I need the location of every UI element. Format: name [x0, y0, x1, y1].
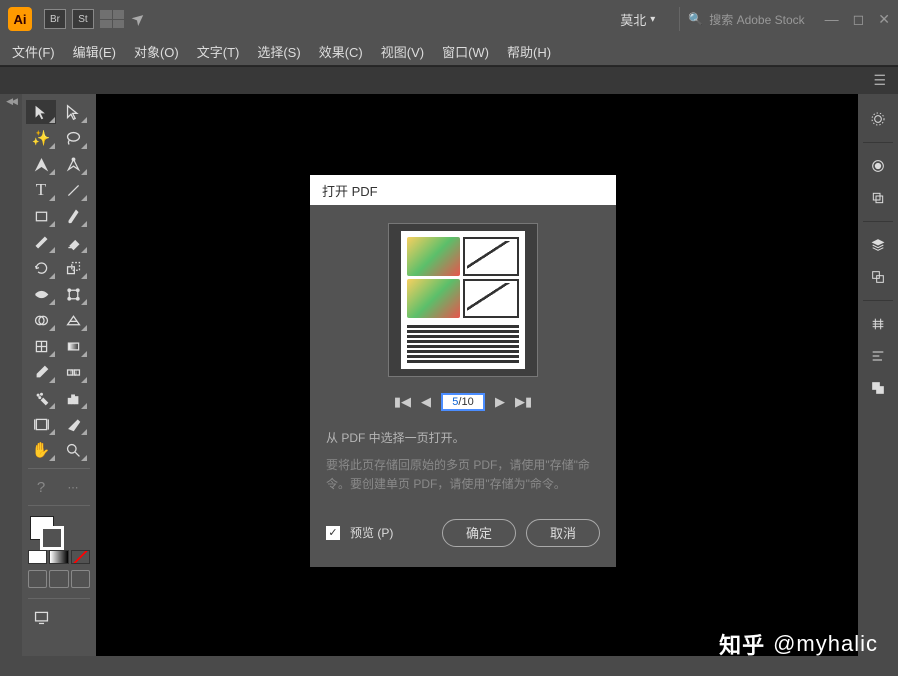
draw-modes: [26, 566, 92, 592]
eyedropper-tool[interactable]: [26, 360, 56, 384]
watermark: 知乎 @myhalic: [719, 628, 878, 660]
bridge-icon[interactable]: Br: [44, 9, 66, 29]
window-controls: — ◻ ✕: [825, 11, 890, 28]
draw-inside[interactable]: [71, 570, 90, 588]
page-navigator: ▮◀ ◀ 5/10 ▶ ▶▮: [326, 393, 600, 411]
shaper-tool[interactable]: [26, 230, 56, 254]
width-tool[interactable]: [26, 282, 56, 306]
collapse-icon[interactable]: ◀◀: [6, 96, 16, 107]
menu-window[interactable]: 窗口(W): [442, 42, 489, 61]
magic-wand-tool[interactable]: ✨: [26, 126, 56, 150]
control-bar: ☰: [0, 66, 898, 94]
scale-tool[interactable]: [58, 256, 88, 280]
next-page-button[interactable]: ▶: [495, 394, 505, 410]
free-transform-tool[interactable]: [58, 282, 88, 306]
toolbox: ✨ T: [22, 94, 96, 656]
toolbox-help[interactable]: ?: [26, 475, 56, 499]
dialog-instruction: 从 PDF 中选择一页打开。: [326, 429, 600, 448]
paintbrush-tool[interactable]: [58, 204, 88, 228]
cancel-button[interactable]: 取消: [526, 519, 600, 547]
draw-normal[interactable]: [28, 570, 47, 588]
draw-behind[interactable]: [49, 570, 68, 588]
app-logo: Ai: [8, 7, 32, 31]
search-box[interactable]: 🔍 搜索 Adobe Stock: [688, 11, 804, 28]
pathfinder-icon[interactable]: [865, 375, 891, 401]
line-tool[interactable]: [58, 178, 88, 202]
type-tool[interactable]: T: [26, 178, 56, 202]
artboard-tool[interactable]: [26, 412, 56, 436]
artboards-icon[interactable]: [865, 185, 891, 211]
rectangle-tool[interactable]: [26, 204, 56, 228]
column-graph-tool[interactable]: [58, 386, 88, 410]
preview-checkbox[interactable]: ✓: [326, 526, 340, 540]
maximize-button[interactable]: ◻: [853, 11, 865, 28]
ok-button[interactable]: 确定: [442, 519, 516, 547]
search-placeholder: 搜索 Adobe Stock: [709, 11, 804, 28]
watermark-user: @myhalic: [773, 631, 878, 657]
menu-help[interactable]: 帮助(H): [507, 42, 551, 61]
properties-icon[interactable]: [865, 106, 891, 132]
symbol-sprayer-tool[interactable]: [26, 386, 56, 410]
dialog-title: 打开 PDF: [310, 175, 616, 205]
screen-mode[interactable]: [26, 605, 56, 629]
left-gutter: ◀◀: [0, 94, 22, 656]
curvature-tool[interactable]: [58, 152, 88, 176]
prev-page-button[interactable]: ◀: [421, 394, 431, 410]
stock-icon[interactable]: St: [72, 9, 94, 29]
hand-tool[interactable]: ✋: [26, 438, 56, 462]
zoom-tool[interactable]: [58, 438, 88, 462]
open-pdf-dialog: 打开 PDF ▮◀ ◀ 5/10 ▶ ▶▮ 从 PDF 中选择一页打开。 要将此…: [310, 175, 616, 567]
minimize-button[interactable]: —: [825, 11, 839, 28]
dialog-hint: 要将此页存储回原始的多页 PDF，请使用"存储"命令。要创建单页 PDF，请使用…: [326, 456, 600, 494]
transform-icon[interactable]: [865, 311, 891, 337]
page-input[interactable]: 5/10: [441, 393, 485, 411]
menu-file[interactable]: 文件(F): [12, 42, 55, 61]
lasso-tool[interactable]: [58, 126, 88, 150]
send-icon[interactable]: ➤: [127, 7, 150, 31]
default-colors: [26, 550, 92, 564]
color-mode-fill[interactable]: [28, 550, 47, 564]
menu-view[interactable]: 视图(V): [381, 42, 424, 61]
shape-builder-tool[interactable]: [26, 308, 56, 332]
perspective-grid-tool[interactable]: [58, 308, 88, 332]
eraser-tool[interactable]: [58, 230, 88, 254]
titlebar: Ai Br St ➤ 莫北 🔍 搜索 Adobe Stock — ◻ ✕: [0, 0, 898, 38]
libraries-icon[interactable]: [865, 153, 891, 179]
menu-edit[interactable]: 编辑(E): [73, 42, 116, 61]
preview-page: [401, 231, 525, 369]
arrange-icon[interactable]: [100, 10, 124, 28]
color-mode-gradient[interactable]: [49, 550, 68, 564]
mesh-tool[interactable]: [26, 334, 56, 358]
first-page-button[interactable]: ▮◀: [394, 394, 411, 410]
menu-effect[interactable]: 效果(C): [319, 42, 363, 61]
pdf-preview: [388, 223, 538, 377]
right-panel: [858, 94, 898, 656]
preview-checkbox-label: 预览 (P): [350, 524, 393, 541]
menu-select[interactable]: 选择(S): [257, 42, 300, 61]
search-icon: 🔍: [688, 12, 703, 26]
zhihu-logo: 知乎: [719, 628, 765, 660]
rotate-tool[interactable]: [26, 256, 56, 280]
layers-icon[interactable]: [865, 232, 891, 258]
panel-menu-icon[interactable]: ☰: [873, 72, 886, 89]
last-page-button[interactable]: ▶▮: [515, 394, 532, 410]
close-button[interactable]: ✕: [878, 11, 890, 28]
blend-tool[interactable]: [58, 360, 88, 384]
assets-icon[interactable]: [865, 264, 891, 290]
stroke-swatch[interactable]: [40, 526, 64, 550]
direct-selection-tool[interactable]: [58, 100, 88, 124]
gradient-tool[interactable]: [58, 334, 88, 358]
workspace-dropdown[interactable]: 莫北: [620, 10, 655, 29]
menu-type[interactable]: 文字(T): [197, 42, 240, 61]
selection-tool[interactable]: [26, 100, 56, 124]
color-mode-none[interactable]: [71, 550, 90, 564]
slice-tool[interactable]: [58, 412, 88, 436]
pen-tool[interactable]: [26, 152, 56, 176]
align-icon[interactable]: [865, 343, 891, 369]
toolbox-menu[interactable]: ⋯: [58, 475, 88, 499]
menubar: 文件(F) 编辑(E) 对象(O) 文字(T) 选择(S) 效果(C) 视图(V…: [0, 38, 898, 66]
menu-object[interactable]: 对象(O): [134, 42, 179, 61]
